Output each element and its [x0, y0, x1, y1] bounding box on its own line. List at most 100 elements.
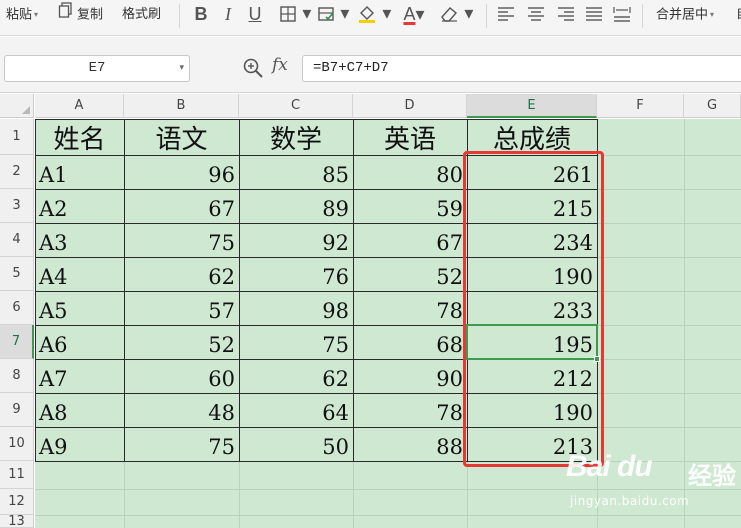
- truncated-toolbar-button[interactable]: 自: [736, 0, 741, 30]
- row-header-6[interactable]: 6: [0, 291, 34, 325]
- cell-a10[interactable]: A9: [35, 427, 124, 461]
- column-header-a[interactable]: A: [35, 94, 124, 118]
- header-cell-c1[interactable]: 数学: [239, 119, 353, 155]
- cell-a7[interactable]: A6: [35, 325, 124, 359]
- cell-a4[interactable]: A3: [35, 223, 124, 257]
- row-header-7[interactable]: 7: [0, 325, 34, 359]
- name-box-dropdown-icon[interactable]: ▾: [179, 56, 184, 81]
- cell-e10[interactable]: 213: [467, 427, 597, 461]
- name-box[interactable]: E7 ▾: [4, 55, 190, 82]
- cell-b2[interactable]: 96: [124, 155, 239, 189]
- cell-e7[interactable]: 195: [467, 325, 597, 359]
- row-header-4[interactable]: 4: [0, 223, 34, 257]
- formula-input[interactable]: =B7+C7+D7: [302, 55, 741, 82]
- cell-c4[interactable]: 92: [239, 223, 353, 257]
- paste-button[interactable]: 粘贴 ▾: [6, 0, 38, 30]
- column-header-g[interactable]: G: [684, 94, 741, 118]
- cell-c6[interactable]: 98: [239, 291, 353, 325]
- header-cell-a1[interactable]: 姓名: [35, 119, 124, 155]
- underline-icon: U: [248, 4, 262, 24]
- row-header-13[interactable]: 13: [0, 514, 34, 528]
- format-painter-button[interactable]: 格式刷: [122, 0, 161, 30]
- fx-icon: fx: [272, 55, 288, 75]
- column-header-b[interactable]: B: [124, 94, 239, 118]
- align-right-button[interactable]: [554, 2, 578, 26]
- cell-c7[interactable]: 75: [239, 325, 353, 359]
- cell-d2[interactable]: 80: [353, 155, 467, 189]
- distributed-align-button[interactable]: [610, 2, 634, 26]
- italic-button[interactable]: I: [218, 2, 238, 26]
- insert-function-button[interactable]: fx: [272, 55, 288, 75]
- cell-b4[interactable]: 75: [124, 223, 239, 257]
- row-header-10[interactable]: 10: [0, 427, 34, 461]
- header-cell-e1[interactable]: 总成绩: [467, 119, 597, 155]
- cell-b6[interactable]: 57: [124, 291, 239, 325]
- select-all-button[interactable]: [0, 94, 34, 118]
- fill-color-button[interactable]: ▾: [356, 2, 392, 26]
- cell-b10[interactable]: 75: [124, 427, 239, 461]
- cell-e8[interactable]: 212: [467, 359, 597, 393]
- zoom-icon[interactable]: [242, 57, 264, 83]
- column-header-d[interactable]: D: [353, 94, 467, 118]
- cell-a3[interactable]: A2: [35, 189, 124, 223]
- align-left-button[interactable]: [494, 2, 518, 26]
- cell-b7[interactable]: 52: [124, 325, 239, 359]
- cell-e2[interactable]: 261: [467, 155, 597, 189]
- cell-b8[interactable]: 60: [124, 359, 239, 393]
- cell-b9[interactable]: 48: [124, 393, 239, 427]
- paint-bucket-icon: [357, 3, 383, 24]
- align-center-button[interactable]: [524, 2, 548, 26]
- underline-button[interactable]: U: [244, 2, 266, 26]
- cell-d5[interactable]: 52: [353, 257, 467, 291]
- cell-style-button[interactable]: ▾: [316, 2, 350, 26]
- cell-e3[interactable]: 215: [467, 189, 597, 223]
- cell-d3[interactable]: 59: [353, 189, 467, 223]
- cell-d6[interactable]: 78: [353, 291, 467, 325]
- row-header-8[interactable]: 8: [0, 359, 34, 393]
- cell-d4[interactable]: 67: [353, 223, 467, 257]
- row-header-11[interactable]: 11: [0, 461, 34, 489]
- column-header-f[interactable]: F: [597, 94, 684, 118]
- column-header-e[interactable]: E: [467, 94, 597, 118]
- cell-a9[interactable]: A8: [35, 393, 124, 427]
- font-color-button[interactable]: A▾: [398, 2, 430, 26]
- row-header-9[interactable]: 9: [0, 393, 34, 427]
- paste-dropdown-icon[interactable]: ▾: [34, 10, 38, 19]
- cell-a5[interactable]: A4: [35, 257, 124, 291]
- row-header-1[interactable]: 1: [0, 119, 34, 155]
- borders-button[interactable]: ▾: [278, 2, 312, 26]
- cell-d7[interactable]: 68: [353, 325, 467, 359]
- cell-b3[interactable]: 67: [124, 189, 239, 223]
- cell-d10[interactable]: 88: [353, 427, 467, 461]
- cell-b5[interactable]: 62: [124, 257, 239, 291]
- cell-c5[interactable]: 76: [239, 257, 353, 291]
- cell-c3[interactable]: 89: [239, 189, 353, 223]
- row-header-12[interactable]: 12: [0, 489, 34, 515]
- cell-c9[interactable]: 64: [239, 393, 353, 427]
- column-header-c[interactable]: C: [239, 94, 353, 118]
- merge-center-button[interactable]: 合并居中 ▾: [656, 0, 714, 30]
- cell-a8[interactable]: A7: [35, 359, 124, 393]
- cell-d9[interactable]: 78: [353, 393, 467, 427]
- font-color-icon: A: [403, 4, 416, 24]
- cell-e6[interactable]: 233: [467, 291, 597, 325]
- row-header-5[interactable]: 5: [0, 257, 34, 291]
- row-header-2[interactable]: 2: [0, 155, 34, 189]
- merge-center-dropdown-icon[interactable]: ▾: [710, 10, 714, 19]
- cell-e4[interactable]: 234: [467, 223, 597, 257]
- row-header-3[interactable]: 3: [0, 189, 34, 223]
- header-cell-b1[interactable]: 语文: [124, 119, 239, 155]
- header-cell-d1[interactable]: 英语: [353, 119, 467, 155]
- cell-c10[interactable]: 50: [239, 427, 353, 461]
- cell-c8[interactable]: 62: [239, 359, 353, 393]
- justify-button[interactable]: [582, 2, 606, 26]
- bold-button[interactable]: B: [190, 2, 212, 26]
- cell-a6[interactable]: A5: [35, 291, 124, 325]
- cell-d8[interactable]: 90: [353, 359, 467, 393]
- cell-c2[interactable]: 85: [239, 155, 353, 189]
- copy-button[interactable]: 复制: [58, 0, 103, 30]
- cell-e9[interactable]: 190: [467, 393, 597, 427]
- cell-a2[interactable]: A1: [35, 155, 124, 189]
- clear-format-button[interactable]: ▾: [438, 2, 474, 26]
- cell-e5[interactable]: 190: [467, 257, 597, 291]
